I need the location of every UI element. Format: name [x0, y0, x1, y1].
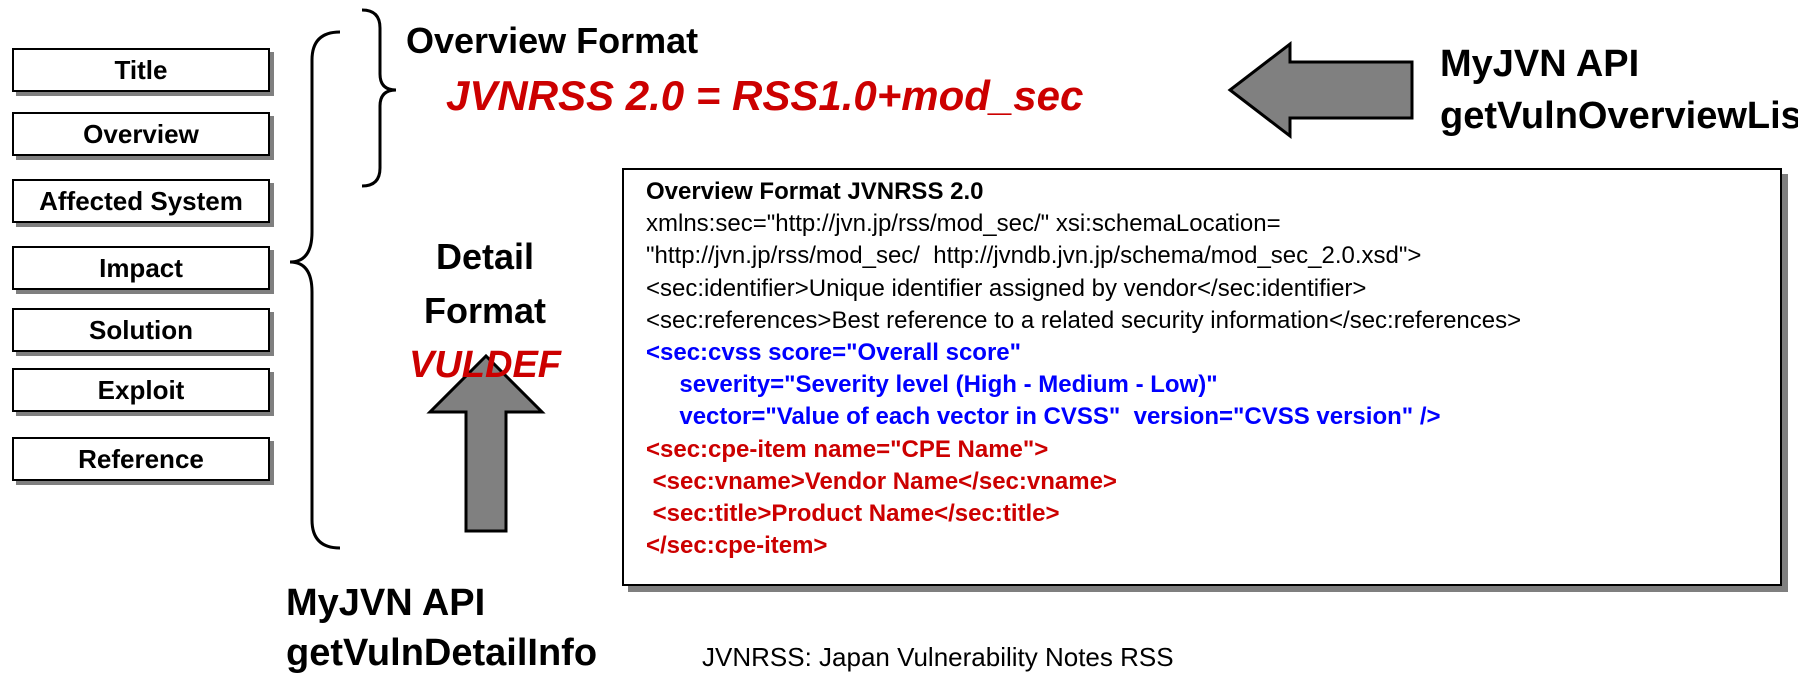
detail-format-line2: Format: [423, 290, 546, 331]
detail-format-label: Detail Format VULDEF: [390, 230, 580, 392]
schema-title: Overview Format JVNRSS 2.0: [646, 178, 984, 205]
jvnrss-schema-box: Overview Format JVNRSS 2.0 xmlns:sec="ht…: [622, 168, 1782, 586]
detail-brace: [289, 30, 341, 550]
detail-format-name: VULDEF: [409, 344, 561, 386]
schema-cpe-line: <sec:title>Product Name</sec:title>: [646, 499, 1060, 527]
schema-cpe-line: <sec:vname>Vendor Name</sec:vname>: [646, 467, 1117, 495]
overview-format-heading: Overview Format: [406, 20, 699, 61]
overview-format-formula: JVNRSS 2.0 = RSS1.0+mod_sec: [446, 72, 1084, 119]
detail-api-method: getVulnDetailInfo: [286, 632, 598, 674]
schema-cvss-line: <sec:cvss score="Overall score": [646, 338, 1022, 366]
schema-line: <sec:references>Best reference to a rela…: [646, 306, 1522, 334]
schema-cvss-line: vector="Value of each vector in CVSS" ve…: [646, 403, 1441, 431]
schema-cvss-line: severity="Severity level (High - Medium …: [646, 371, 1218, 399]
detail-api-name: MyJVN API: [286, 582, 486, 624]
detail-api-label: MyJVN API getVulnDetailInfo: [286, 578, 597, 678]
overview-api-name: MyJVN API: [1440, 43, 1640, 85]
schema-cpe-line: <sec:cpe-item name="CPE Name">: [646, 435, 1049, 463]
schema-cpe-line: </sec:cpe-item>: [646, 532, 828, 560]
overview-api-arrow: [1227, 40, 1414, 140]
footnote: JVNRSS: Japan Vulnerability Notes RSS: [702, 642, 1174, 672]
schema-line: xmlns:sec="http://jvn.jp/rss/mod_sec/" x…: [646, 210, 1281, 238]
overview-brace: [361, 8, 397, 188]
schema-line: <sec:identifier>Unique identifier assign…: [646, 274, 1367, 302]
detail-format-line1: Detail: [435, 236, 535, 277]
overview-api-method: getVulnOverviewList: [1440, 95, 1798, 137]
overview-api-label: MyJVN API getVulnOverviewList: [1440, 38, 1798, 142]
schema-line: "http://jvn.jp/rss/mod_sec/ http://jvndb…: [646, 242, 1422, 270]
